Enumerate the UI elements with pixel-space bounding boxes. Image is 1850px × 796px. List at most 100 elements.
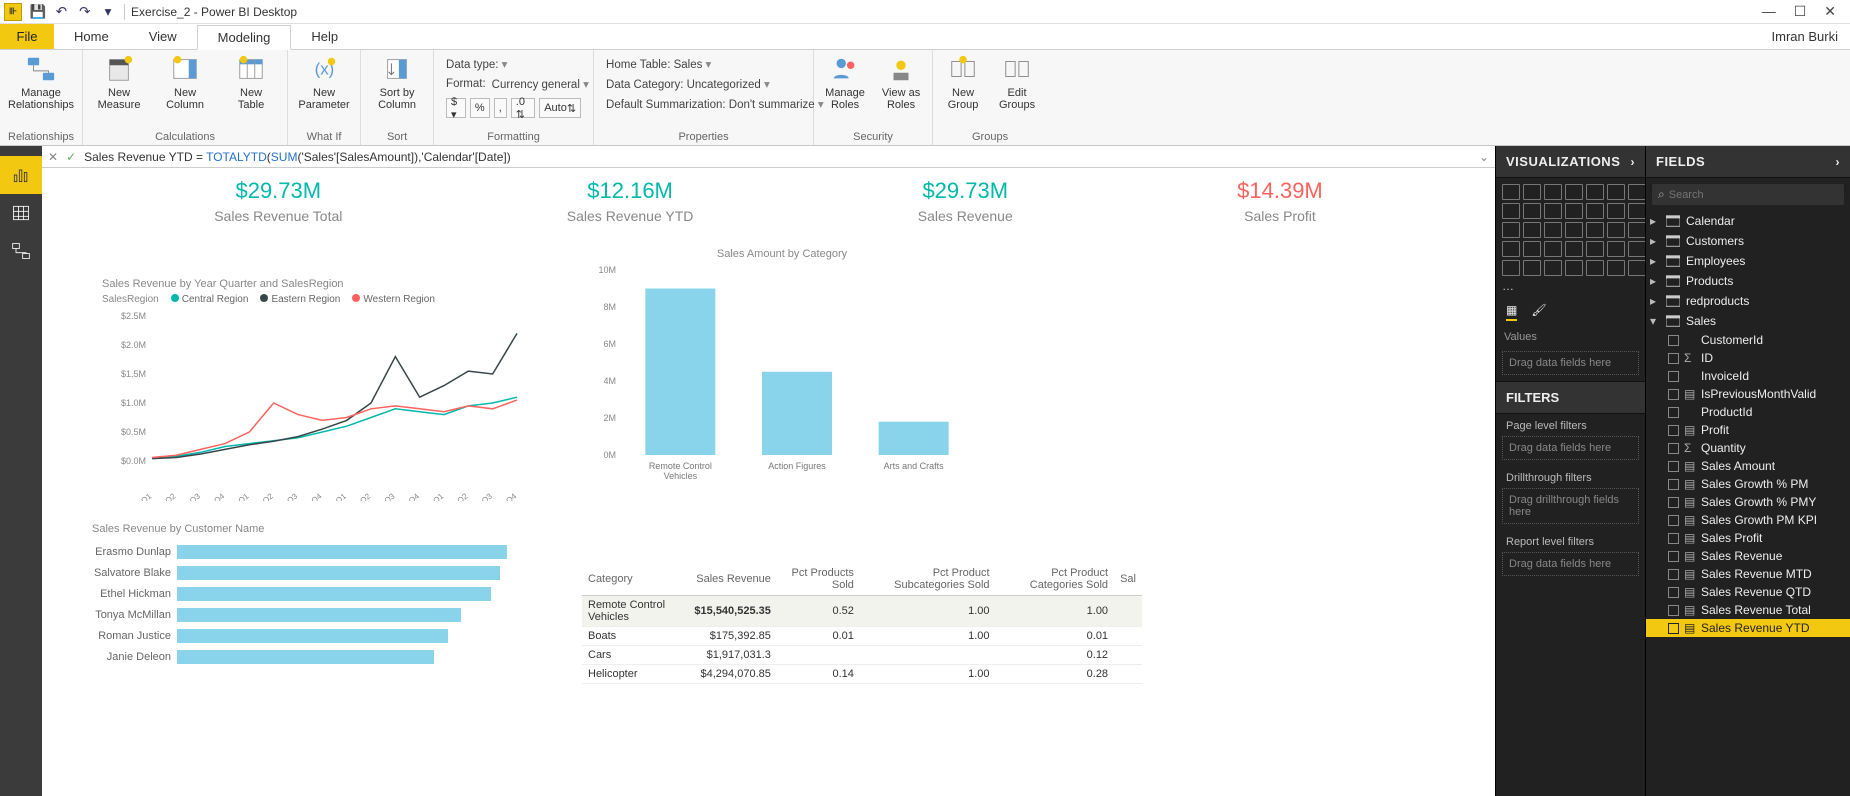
customer-bar-chart[interactable]: Sales Revenue by Customer Name Erasmo Du… (52, 523, 522, 667)
expand-icon[interactable]: ▾ (1650, 314, 1660, 328)
manage-roles-button[interactable]: Manage Roles (822, 54, 868, 111)
table-row[interactable]: Cars$1,917,031.30.12 (582, 646, 1142, 665)
viz-type-icon[interactable] (1544, 184, 1562, 200)
table-header[interactable]: Sal (1114, 563, 1142, 596)
edit-groups-button[interactable]: Edit Groups (995, 54, 1039, 111)
fields-table[interactable]: ▸ Products (1646, 271, 1850, 291)
redo-icon[interactable]: ↷ (75, 3, 95, 21)
view-as-roles-button[interactable]: View as Roles (878, 54, 924, 111)
viz-type-icon[interactable] (1565, 222, 1583, 238)
field-checkbox[interactable] (1668, 551, 1679, 562)
kpi-card[interactable]: $29.73M Sales Revenue (918, 178, 1013, 224)
fields-table[interactable]: ▸ Employees (1646, 251, 1850, 271)
viz-type-icon[interactable] (1565, 184, 1583, 200)
field-checkbox[interactable] (1668, 623, 1679, 634)
tab-help[interactable]: Help (291, 24, 358, 49)
viz-type-icon[interactable] (1586, 203, 1604, 219)
field-item[interactable]: ▤ Sales Amount (1646, 457, 1850, 475)
fields-table[interactable]: ▾ Sales (1646, 311, 1850, 331)
new-table-button[interactable]: New Table (223, 54, 279, 111)
field-item[interactable]: ▤ Sales Profit (1646, 529, 1850, 547)
tab-modeling[interactable]: Modeling (197, 25, 292, 50)
field-item[interactable]: InvoiceId (1646, 367, 1850, 385)
field-checkbox[interactable] (1668, 569, 1679, 580)
kpi-card[interactable]: $29.73M Sales Revenue Total (214, 178, 342, 224)
data-type-dropdown[interactable]: Data type: (446, 57, 507, 71)
formula-expand-icon[interactable]: ⌄ (1479, 150, 1489, 164)
viz-type-icon[interactable] (1523, 222, 1541, 238)
viz-type-icon[interactable] (1607, 203, 1625, 219)
table-header[interactable]: Category (582, 563, 688, 596)
viz-type-icon[interactable] (1628, 184, 1646, 200)
page-filters-drop[interactable]: Drag data fields here (1502, 436, 1639, 460)
viz-type-icon[interactable] (1502, 222, 1520, 238)
viz-type-icon[interactable] (1565, 241, 1583, 257)
field-item[interactable]: ▤ Sales Revenue (1646, 547, 1850, 565)
values-drop-zone[interactable]: Drag data fields here (1502, 351, 1639, 375)
minimize-icon[interactable]: — (1762, 3, 1776, 20)
viz-type-icon[interactable] (1565, 260, 1583, 276)
viz-type-icon[interactable] (1586, 222, 1604, 238)
currency-button[interactable]: $ ▾ (446, 98, 466, 118)
customer-bar-row[interactable]: Roman Justice (52, 625, 522, 646)
close-icon[interactable]: ✕ (1824, 3, 1836, 20)
table-header[interactable]: Pct Product Categories Sold (996, 563, 1115, 596)
customer-bar-row[interactable]: Ethel Hickman (52, 583, 522, 604)
new-group-button[interactable]: New Group (941, 54, 985, 111)
expand-icon[interactable]: ▸ (1650, 234, 1660, 248)
viz-type-icon[interactable] (1523, 184, 1541, 200)
table-header[interactable]: Pct Products Sold (777, 563, 860, 596)
field-item[interactable]: ▤ Sales Revenue YTD (1646, 619, 1850, 637)
customer-bar-row[interactable]: Erasmo Dunlap (52, 541, 522, 562)
kpi-card[interactable]: $14.39M Sales Profit (1237, 178, 1323, 224)
viz-type-icon[interactable] (1607, 222, 1625, 238)
field-checkbox[interactable] (1668, 407, 1679, 418)
viz-type-icon[interactable] (1544, 241, 1562, 257)
field-item[interactable]: ▤ Sales Revenue Total (1646, 601, 1850, 619)
formula-cancel-icon[interactable]: ✕ (48, 150, 58, 164)
search-input[interactable] (1669, 189, 1838, 201)
drillthrough-drop[interactable]: Drag drillthrough fields here (1502, 488, 1639, 524)
viz-type-icon[interactable] (1502, 260, 1520, 276)
customer-bar-row[interactable]: Salvatore Blake (52, 562, 522, 583)
table-row[interactable]: Remote Control Vehicles$15,540,525.350.5… (582, 596, 1142, 627)
fields-well-icon[interactable]: ▦ (1506, 303, 1517, 321)
field-checkbox[interactable] (1668, 497, 1679, 508)
field-checkbox[interactable] (1668, 605, 1679, 616)
fields-table[interactable]: ▸ Calendar (1646, 211, 1850, 231)
save-icon[interactable]: 💾 (28, 3, 48, 21)
fields-search[interactable]: ⌕ (1652, 184, 1844, 205)
viz-type-icon[interactable] (1502, 203, 1520, 219)
new-column-button[interactable]: New Column (157, 54, 213, 111)
field-checkbox[interactable] (1668, 533, 1679, 544)
field-item[interactable]: ▤ Profit (1646, 421, 1850, 439)
viz-type-icon[interactable] (1502, 241, 1520, 257)
viz-type-icon[interactable] (1502, 184, 1520, 200)
fields-header[interactable]: FIELDS› (1646, 146, 1850, 178)
category-table[interactable]: CategorySales RevenuePct Products SoldPc… (582, 563, 1142, 684)
table-header[interactable]: Pct Product Subcategories Sold (860, 563, 996, 596)
signed-in-user[interactable]: Imran Burki (1772, 24, 1850, 49)
viz-type-icon[interactable] (1607, 241, 1625, 257)
fields-table[interactable]: ▸ Customers (1646, 231, 1850, 251)
viz-type-icon[interactable] (1523, 241, 1541, 257)
expand-icon[interactable]: ▸ (1650, 274, 1660, 288)
field-checkbox[interactable] (1668, 443, 1679, 454)
field-item[interactable]: ▤ Sales Growth PM KPI (1646, 511, 1850, 529)
field-checkbox[interactable] (1668, 335, 1679, 346)
field-checkbox[interactable] (1668, 425, 1679, 436)
field-checkbox[interactable] (1668, 389, 1679, 400)
field-item[interactable]: ▤ Sales Growth % PMY (1646, 493, 1850, 511)
thousands-button[interactable]: , (494, 98, 507, 118)
tab-view[interactable]: View (129, 24, 197, 49)
viz-type-icon[interactable] (1628, 260, 1646, 276)
formula-commit-icon[interactable]: ✓ (66, 150, 76, 164)
table-header[interactable]: Sales Revenue (688, 563, 776, 596)
home-table-dropdown[interactable]: Home Table: Sales (606, 57, 711, 71)
sort-by-column-button[interactable]: Sort by Column (369, 54, 425, 111)
report-view-icon[interactable] (0, 156, 42, 194)
qat-dropdown-icon[interactable]: ▾ (98, 3, 118, 21)
default-summarization-dropdown[interactable]: Default Summarization: Don't summarize (606, 97, 824, 111)
viz-type-icon[interactable] (1586, 184, 1604, 200)
viz-type-icon[interactable] (1523, 203, 1541, 219)
